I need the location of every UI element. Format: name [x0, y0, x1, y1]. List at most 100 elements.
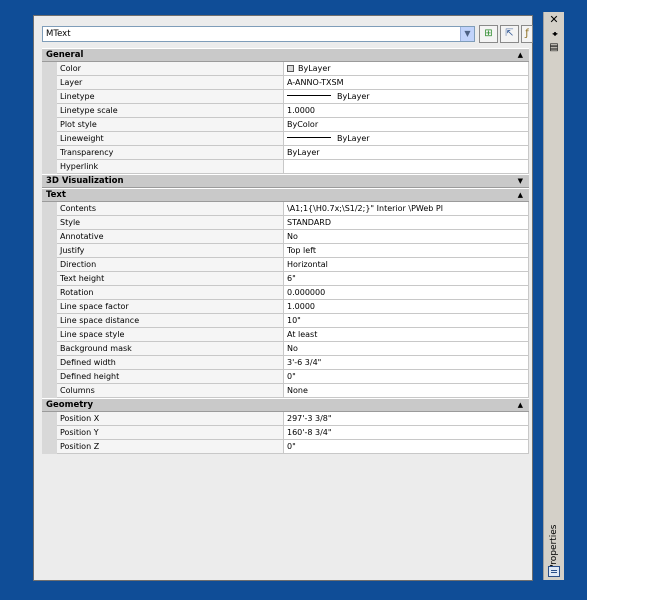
property-row[interactable]: Linetype ByLayer: [42, 90, 529, 104]
property-row[interactable]: Text height 6": [42, 272, 529, 286]
property-value[interactable]: No: [284, 230, 529, 244]
property-row[interactable]: Line space style At least: [42, 328, 529, 342]
property-value[interactable]: At least: [284, 328, 529, 342]
property-value-text: ByLayer: [287, 148, 320, 157]
property-row[interactable]: Lineweight ByLayer: [42, 132, 529, 146]
property-row[interactable]: Transparency ByLayer: [42, 146, 529, 160]
property-value[interactable]: Horizontal: [284, 258, 529, 272]
property-name: Color: [57, 62, 284, 76]
property-row[interactable]: Line space factor 1.0000: [42, 300, 529, 314]
property-row[interactable]: Hyperlink: [42, 160, 529, 174]
row-gutter: [42, 62, 57, 76]
property-row[interactable]: Position Z 0": [42, 440, 529, 454]
property-row[interactable]: Color ByLayer: [42, 62, 529, 76]
property-row[interactable]: Justify Top left: [42, 244, 529, 258]
property-value[interactable]: ByLayer: [284, 132, 529, 146]
property-name: Rotation: [57, 286, 284, 300]
property-row[interactable]: Position Y 160'-8 3/4": [42, 426, 529, 440]
property-row[interactable]: Annotative No: [42, 230, 529, 244]
property-value-text: Horizontal: [287, 260, 328, 269]
property-value[interactable]: None: [284, 384, 529, 398]
property-value[interactable]: A-ANNO-TXSM: [284, 76, 529, 90]
property-row[interactable]: Defined width 3'-6 3/4": [42, 356, 529, 370]
property-value[interactable]: \A1;1{\H0.7x;\S1/2;}" Interior \PWeb Pl: [284, 202, 529, 216]
property-name: Defined height: [57, 370, 284, 384]
property-value-text: ByColor: [287, 120, 319, 129]
property-name: Linetype scale: [57, 104, 284, 118]
section-3d-visualization-header[interactable]: 3D Visualization ▼: [42, 174, 529, 188]
property-name: Justify: [57, 244, 284, 258]
object-type-dropdown[interactable]: MText ▼: [42, 26, 475, 42]
property-row[interactable]: Style STANDARD: [42, 216, 529, 230]
property-value[interactable]: 1.0000: [284, 300, 529, 314]
chevron-down-icon[interactable]: ▼: [518, 175, 523, 188]
property-row[interactable]: Columns None: [42, 384, 529, 398]
row-gutter: [42, 342, 57, 356]
properties-menu-icon[interactable]: ▤: [547, 42, 561, 54]
row-gutter: [42, 286, 57, 300]
property-value[interactable]: 1.0000: [284, 104, 529, 118]
toggle-pickadd-button[interactable]: ⊞: [479, 25, 498, 43]
property-name: Transparency: [57, 146, 284, 160]
property-value-text: ByLayer: [337, 134, 370, 143]
section-geometry-header[interactable]: Geometry ▲: [42, 398, 529, 412]
section-title: Text: [46, 190, 66, 200]
row-gutter: [42, 426, 57, 440]
property-value[interactable]: 3'-6 3/4": [284, 356, 529, 370]
property-row[interactable]: Layer A-ANNO-TXSM: [42, 76, 529, 90]
chevron-down-icon[interactable]: ▼: [460, 27, 474, 41]
properties-icon[interactable]: [548, 566, 560, 577]
property-row[interactable]: Position X 297'-3 3/8": [42, 412, 529, 426]
chevron-up-icon[interactable]: ▲: [518, 49, 523, 62]
property-row[interactable]: Direction Horizontal: [42, 258, 529, 272]
property-name: Position X: [57, 412, 284, 426]
property-value[interactable]: [284, 160, 529, 174]
property-row[interactable]: Defined height 0": [42, 370, 529, 384]
row-gutter: [42, 230, 57, 244]
chevron-up-icon[interactable]: ▲: [518, 189, 523, 202]
property-value[interactable]: ByLayer: [284, 62, 529, 76]
select-objects-button[interactable]: ⇱: [500, 25, 519, 43]
property-row[interactable]: Rotation 0.000000: [42, 286, 529, 300]
property-name: Lineweight: [57, 132, 284, 146]
property-row[interactable]: Background mask No: [42, 342, 529, 356]
property-name: Linetype: [57, 90, 284, 104]
property-value[interactable]: 6": [284, 272, 529, 286]
row-gutter: [42, 412, 57, 426]
property-value[interactable]: ByLayer: [284, 90, 529, 104]
row-gutter: [42, 314, 57, 328]
property-value[interactable]: 297'-3 3/8": [284, 412, 529, 426]
property-name: Line space distance: [57, 314, 284, 328]
property-row[interactable]: Line space distance 10": [42, 314, 529, 328]
section-text-header[interactable]: Text ▲: [42, 188, 529, 202]
property-value[interactable]: STANDARD: [284, 216, 529, 230]
object-type-value: MText: [46, 29, 71, 39]
property-value[interactable]: ByLayer: [284, 146, 529, 160]
property-value[interactable]: 0": [284, 370, 529, 384]
property-value[interactable]: Top left: [284, 244, 529, 258]
row-gutter: [42, 244, 57, 258]
property-value[interactable]: 0": [284, 440, 529, 454]
property-value[interactable]: ByColor: [284, 118, 529, 132]
section-general-header[interactable]: General ▲: [42, 48, 529, 62]
row-gutter: [42, 440, 57, 454]
property-row[interactable]: Linetype scale 1.0000: [42, 104, 529, 118]
property-row[interactable]: Plot style ByColor: [42, 118, 529, 132]
chevron-up-icon[interactable]: ▲: [518, 399, 523, 412]
row-gutter: [42, 146, 57, 160]
property-value-text: 3'-6 3/4": [287, 358, 322, 367]
property-value[interactable]: 160'-8 3/4": [284, 426, 529, 440]
line-sample-icon: [287, 137, 331, 138]
autohide-icon[interactable]: ◂▸: [547, 28, 561, 40]
palette-titlebar: ✕ ◂▸ ▤ Properties: [543, 12, 564, 580]
property-value[interactable]: No: [284, 342, 529, 356]
property-value[interactable]: 10": [284, 314, 529, 328]
quick-select-button[interactable]: ƒ: [521, 25, 533, 43]
close-icon[interactable]: ✕: [547, 14, 561, 26]
row-gutter: [42, 104, 57, 118]
property-name: Columns: [57, 384, 284, 398]
property-row[interactable]: Contents \A1;1{\H0.7x;\S1/2;}" Interior \…: [42, 202, 529, 216]
property-value[interactable]: 0.000000: [284, 286, 529, 300]
property-value-text: 6": [287, 274, 296, 283]
property-name: Defined width: [57, 356, 284, 370]
